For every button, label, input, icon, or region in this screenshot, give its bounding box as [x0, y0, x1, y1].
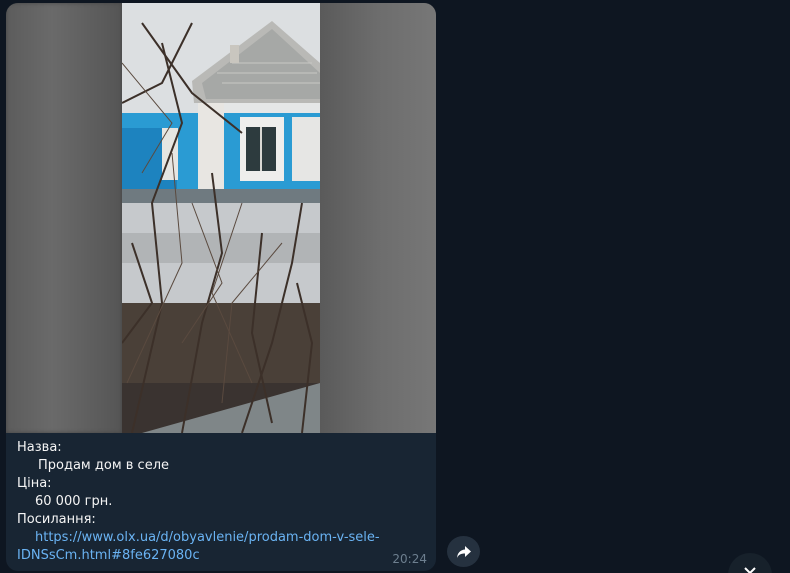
message-media[interactable] [6, 3, 436, 433]
chevron-down-icon [744, 567, 756, 573]
forward-button[interactable] [447, 536, 480, 567]
field-label-name: Назва: [17, 440, 62, 455]
message-bubble[interactable]: Назва: Продам дом в селе Ціна: 60 000 гр… [6, 3, 436, 571]
message-time: 20:24 [392, 552, 427, 566]
message-text: Назва: Продам дом в селе Ціна: 60 000 гр… [17, 439, 429, 565]
house-photo-drawing [122, 3, 320, 433]
share-arrow-icon [456, 545, 471, 558]
house-photo[interactable] [122, 3, 320, 433]
field-value-name: Продам дом в селе [38, 458, 170, 473]
media-blur-left [6, 3, 122, 433]
scroll-down-button[interactable] [728, 553, 772, 573]
listing-link-line1[interactable]: https://www.olx.ua/d/obyavlenie/prodam-d… [35, 530, 380, 545]
field-label-link: Посилання: [17, 512, 96, 527]
chat-area: Назва: Продам дом в селе Ціна: 60 000 гр… [0, 0, 790, 573]
field-value-price: 60 000 грн. [35, 494, 113, 509]
media-blur-right [320, 3, 436, 433]
field-label-price: Ціна: [17, 476, 52, 491]
listing-link-line2[interactable]: IDNSsCm.html#8fe627080c [17, 548, 200, 563]
